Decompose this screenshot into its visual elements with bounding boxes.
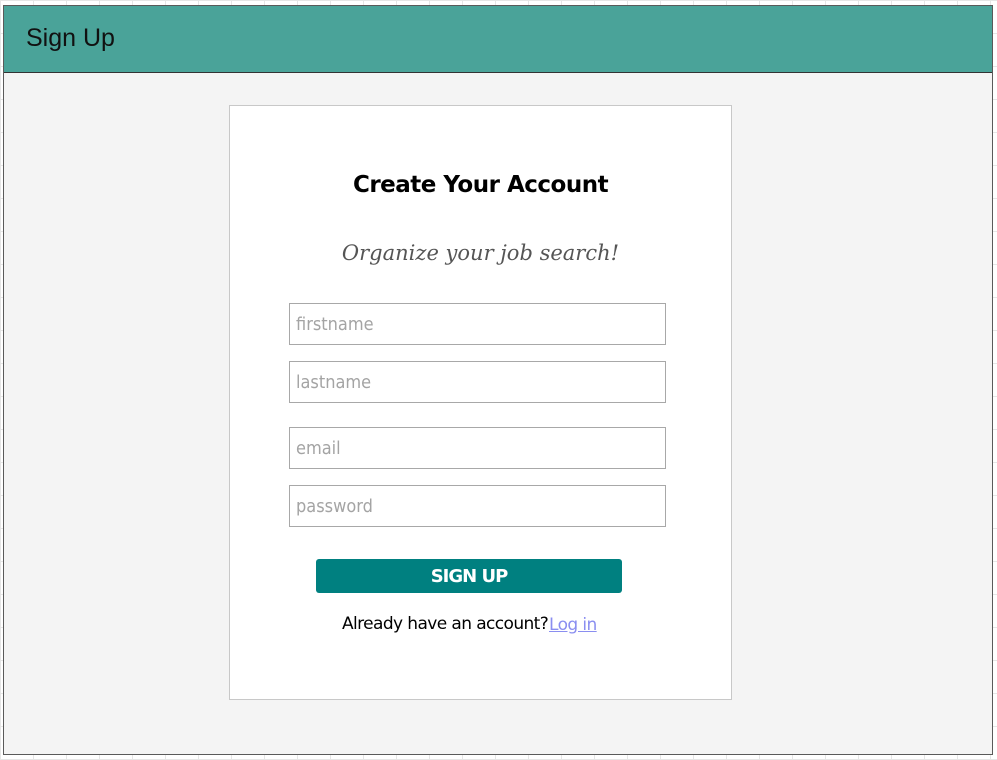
page-title: Sign Up (26, 24, 115, 52)
firstname-field[interactable] (289, 303, 666, 345)
app-header: Sign Up (4, 6, 992, 73)
app-window: Sign Up Create Your Account Organize you… (3, 5, 993, 755)
password-field[interactable] (289, 485, 666, 527)
lastname-field[interactable] (289, 361, 666, 403)
login-link[interactable]: Log in (549, 615, 597, 635)
card-subtitle: Organize your job search! (341, 241, 620, 265)
signup-button[interactable]: SIGN UP (316, 559, 622, 593)
email-field[interactable] (289, 427, 666, 469)
signup-card: Create Your Account Organize your job se… (229, 105, 732, 700)
card-title: Create Your Account (352, 172, 609, 198)
already-have-account-text: Already have an account? (342, 614, 549, 634)
